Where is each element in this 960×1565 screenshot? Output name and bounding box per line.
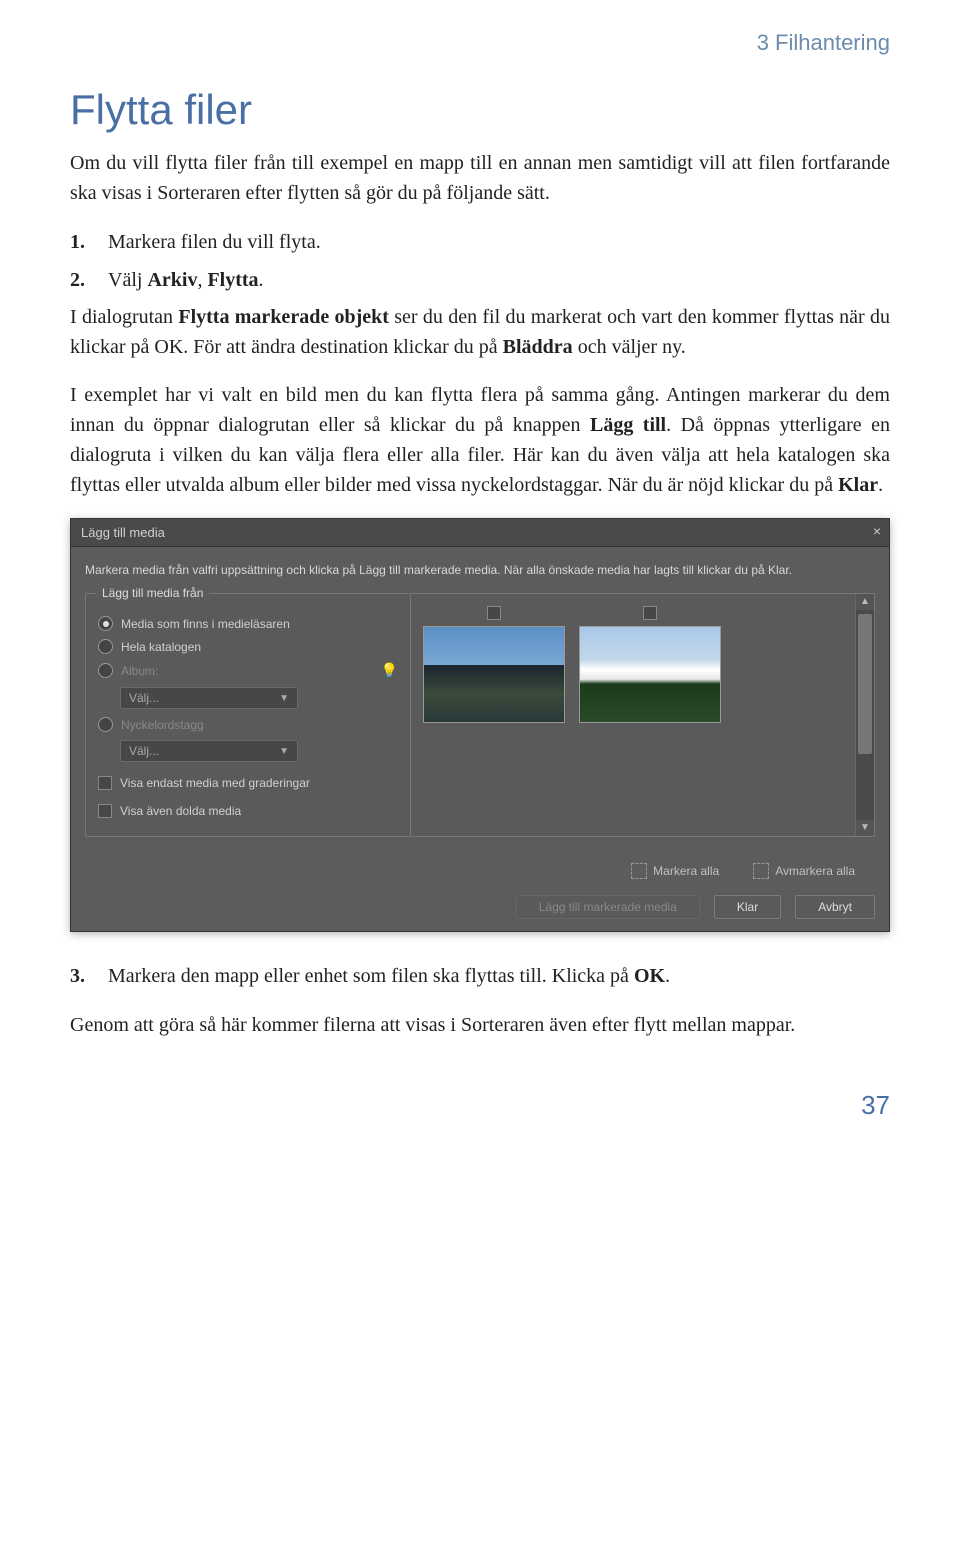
radio-media-browser[interactable]: Media som finns i medieläsaren <box>98 616 398 631</box>
scrollbar[interactable]: ▲ ▼ <box>855 594 874 836</box>
add-media-dialog: Lägg till media × Markera media från val… <box>70 518 890 932</box>
thumbnail-panel: ▲ ▼ <box>411 593 875 837</box>
chevron-down-icon: ▼ <box>279 693 289 704</box>
album-select[interactable]: Välj... ▼ <box>120 687 298 709</box>
intro-text: Om du vill flytta filer från till exempe… <box>70 148 890 208</box>
checkbox-icon[interactable] <box>98 804 112 818</box>
select-all-link[interactable]: Markera alla <box>631 863 719 879</box>
dialog-description: Markera media från valfri uppsättning oc… <box>85 561 875 579</box>
deselect-all-icon <box>753 863 769 879</box>
select-all-icon <box>631 863 647 879</box>
radio-whole-catalog[interactable]: Hela katalogen <box>98 639 398 654</box>
menu-name: Arkiv <box>147 269 197 291</box>
step-text: Markera den mapp eller enhet som filen s… <box>108 965 634 987</box>
thumb-checkbox[interactable] <box>643 606 657 620</box>
step-num: 2. <box>70 264 85 296</box>
step-1: 1. Markera filen du vill flyta. <box>70 226 890 258</box>
step-text: Markera filen du vill flyta. <box>108 231 321 253</box>
thumbnail-image[interactable] <box>423 626 565 723</box>
section-title: Flytta filer <box>70 86 890 134</box>
checkbox-icon[interactable] <box>98 776 112 790</box>
dialog-title-text: Lägg till media <box>81 525 165 540</box>
thumbnail-item[interactable] <box>579 606 721 723</box>
radio-keyword-tag[interactable]: Nyckelordstagg <box>98 717 398 732</box>
radio-label: Media som finns i medieläsaren <box>121 617 290 631</box>
select-value: Välj... <box>129 744 159 758</box>
cancel-button[interactable]: Avbryt <box>795 895 875 919</box>
para-3: I dialogrutan Flytta markerade objekt se… <box>70 302 890 362</box>
chevron-down-icon: ▼ <box>279 746 289 757</box>
page-number: 37 <box>70 1090 890 1121</box>
radio-label: Album: <box>121 664 158 678</box>
radio-album[interactable]: Album: 💡 <box>98 662 398 679</box>
source-fieldset: Lägg till media från Media som finns i m… <box>85 593 411 837</box>
keyword-select[interactable]: Välj... ▼ <box>120 740 298 762</box>
scroll-up-icon[interactable]: ▲ <box>856 594 874 610</box>
checkbox-rated-only[interactable]: Visa endast media med graderingar <box>98 776 398 790</box>
radio-icon[interactable] <box>98 717 113 732</box>
menu-name: Flytta <box>207 269 258 291</box>
dialog-footer: Markera alla Avmarkera alla Lägg till ma… <box>71 851 889 931</box>
checkbox-label: Visa även dolda media <box>120 804 241 818</box>
add-selected-button[interactable]: Lägg till markerade media <box>516 895 700 919</box>
scroll-down-icon[interactable]: ▼ <box>856 820 874 836</box>
step-3: 3. Markera den mapp eller enhet som file… <box>70 960 890 992</box>
step-num: 1. <box>70 226 85 258</box>
step-text: Välj <box>108 269 147 291</box>
para-4: I exemplet har vi valt en bild men du ka… <box>70 380 890 500</box>
radio-icon[interactable] <box>98 616 113 631</box>
radio-icon[interactable] <box>98 663 113 678</box>
select-value: Välj... <box>129 691 159 705</box>
step-2: 2. Välj Arkiv, Flytta. <box>70 264 890 296</box>
radio-label: Hela katalogen <box>121 640 201 654</box>
thumbnail-item[interactable] <box>423 606 565 723</box>
checkbox-label: Visa endast media med graderingar <box>120 776 310 790</box>
fieldset-legend: Lägg till media från <box>96 586 209 600</box>
checkbox-show-hidden[interactable]: Visa även dolda media <box>98 804 398 818</box>
radio-label: Nyckelordstagg <box>121 718 204 732</box>
thumb-checkbox[interactable] <box>487 606 501 620</box>
thumbnail-image[interactable] <box>579 626 721 723</box>
step-num: 3. <box>70 960 85 992</box>
chapter-label: 3 Filhantering <box>70 30 890 56</box>
outro-text: Genom att göra så här kommer filerna att… <box>70 1010 890 1040</box>
scroll-thumb[interactable] <box>858 614 872 754</box>
deselect-all-link[interactable]: Avmarkera alla <box>753 863 855 879</box>
dialog-titlebar[interactable]: Lägg till media × <box>71 519 889 547</box>
radio-icon[interactable] <box>98 639 113 654</box>
close-icon[interactable]: × <box>873 523 881 539</box>
done-button[interactable]: Klar <box>714 895 781 919</box>
bulb-icon: 💡 <box>381 662 398 679</box>
